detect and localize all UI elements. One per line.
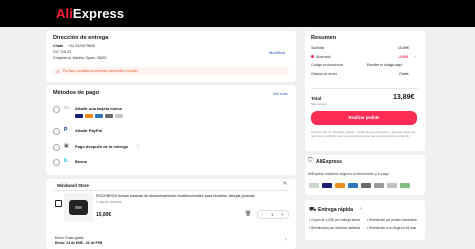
payment-option-paypal[interactable]: Añadir PayPal [75,128,102,133]
trust-logo-5 [361,183,371,188]
payment-option-cod[interactable]: Pago después de la entrega [75,144,128,149]
address-line2: Chapinería, Madrid, Spain, 28001 [53,56,107,60]
trust-logo-1 [309,183,319,188]
fast-item-3: • Reembolsos por artículos dañados [309,226,361,230]
logo-express: Express [72,6,125,21]
payment-option-card[interactable]: Añadir una tarjeta nueva [75,106,122,111]
amex-icon [95,114,103,118]
store-name[interactable]: Windward Store [57,183,89,188]
shipping-free: Envío: Envío gratis [55,236,84,240]
shield-icon: ⛉ [308,158,313,164]
fast-delivery-title[interactable]: Entrega rápida [318,207,353,213]
total-value: 13,89€ [393,94,415,101]
see-more-link[interactable]: Ver más [273,91,288,96]
address-warning: ⚠ Por favor, actualiza tu dirección para… [53,67,289,75]
trust-logo-3 [335,183,345,188]
discount-dot-icon [311,55,314,58]
cash-icon: ▣ [64,143,69,149]
product-checkbox[interactable] [55,200,62,207]
info-icon[interactable]: ⓘ [136,144,140,150]
promo-label: Código promocional [311,63,343,67]
address-line1: 237, DS-23 [53,50,72,54]
store-divider [53,190,289,191]
total-subtext: Más ventas [311,102,327,106]
trust-brand: AliExpress [316,159,342,165]
saved-label[interactable]: Ahorrado [316,55,331,59]
summary-divider [311,88,418,89]
delete-icon[interactable]: 🗑 [245,211,251,217]
fast-item-2: • Reembolso por pedido extraviado [367,218,417,222]
edit-address-link[interactable]: Modificar [269,50,285,55]
visa-icon [75,114,83,118]
shipping-cost-value: Gratis [399,72,409,76]
warning-icon: ⚠ [56,68,60,74]
bag-light [75,206,82,209]
fast-item-1: • Cupón de 1,00€ por entrega tardía [309,218,360,222]
payment-option-bizum[interactable]: Bizum [75,159,87,164]
subtotal-label: Subtotal [311,46,325,50]
fast-item-4: • Reembolso si no llega en 45 días [367,226,417,230]
shipping-cost-label: Gastos de envío [311,72,338,76]
payment-radio-cod[interactable] [53,144,60,151]
trust-logo-7 [387,183,397,188]
trust-text: AliExpress mantiene seguros tu informaci… [308,172,390,176]
mastercard-icon [85,114,93,118]
quantity-stepper[interactable]: − 1 + [257,210,289,219]
aliexpress-logo[interactable]: AliExpress [56,6,124,21]
promo-input[interactable]: Escribe el código aquí [367,63,402,67]
top-bar: AliExpress [0,0,475,27]
payment-radio-paypal[interactable] [53,128,60,135]
trust-logo-4 [348,183,358,188]
diners-icon [115,114,123,118]
payment-radio-card[interactable] [53,106,60,113]
subtotal-value: 15,89€ [398,46,409,50]
edit-note-icon[interactable]: ✎ [283,181,287,187]
truck-icon: ⛟ [309,207,317,213]
maestro-icon [105,114,113,118]
payment-title: Métodos de pago [53,90,99,96]
saved-value: -2,00€ [398,54,409,59]
place-order-button[interactable]: Realizar pedido [311,111,417,125]
product-price: 15,89€ [96,212,112,218]
warning-text: Por favor, actualiza tu dirección para r… [63,69,138,73]
logo-ali: Ali [56,6,73,21]
product-variant[interactable]: 1 caja de bicicleta [96,200,121,204]
qty-plus-button[interactable]: + [281,212,284,217]
chevron-down-icon[interactable]: ⌄ [414,54,417,58]
bizum-icon: b [64,158,68,164]
total-label: Total [311,96,322,101]
card-icon: ▭ [64,105,69,111]
shipping-dates: Envío: 24 de ENE - 02 de FEB [55,241,103,245]
address-title: Dirección de entrega [53,35,109,41]
summary-title: Resumen [311,35,337,41]
trust-logo-6 [374,183,384,188]
qty-value: 1 [271,212,274,218]
chevron-right-icon[interactable]: › [285,237,287,243]
paypal-icon: P [64,127,68,133]
address-name: Chabi [53,44,63,48]
trust-logo-2 [322,183,332,188]
product-title[interactable]: ROCKBROS bolsas traseras de almacenamien… [96,194,289,198]
trust-logo-8 [400,183,410,188]
payment-radio-bizum[interactable] [53,159,60,166]
address-phone: +34 2023079845 [68,44,96,48]
legal-text: Al hacer clic en "Realizar pedido", conf… [311,130,416,138]
product-image[interactable] [64,193,93,222]
chevron-right-icon-2[interactable]: › [360,206,362,212]
qty-minus-button[interactable]: − [261,212,263,217]
